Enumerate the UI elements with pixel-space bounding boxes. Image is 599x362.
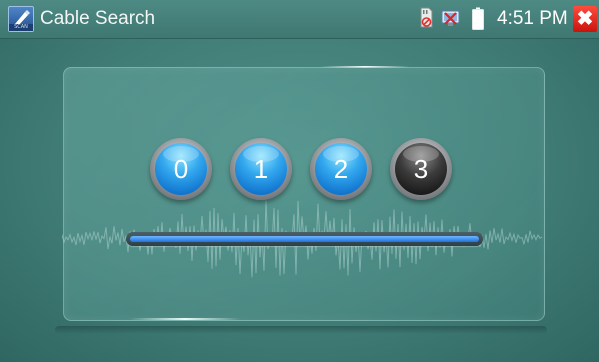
step-indicator-3: 3	[390, 138, 452, 200]
pencil-icon: SCAN	[8, 6, 34, 32]
step-label: 0	[173, 153, 189, 184]
panel-shadow	[55, 326, 547, 334]
step-indicator-0: 0	[150, 138, 212, 200]
app-icon-tag: SCAN	[9, 24, 33, 31]
sd-card-icon	[418, 6, 434, 35]
close-button[interactable]: ✖	[573, 6, 597, 32]
step-label: 3	[413, 153, 429, 184]
title-bar: SCAN Cable Search 4:51 PM ✖	[0, 0, 599, 39]
progress-fill	[130, 236, 479, 242]
step-indicator-2: 2	[310, 138, 372, 200]
network-disconnected-icon	[440, 9, 462, 34]
page-title: Cable Search	[40, 8, 156, 29]
progress-bar	[126, 232, 483, 246]
step-indicator-1: 1	[230, 138, 292, 200]
close-icon[interactable]: ✖	[577, 8, 594, 30]
step-label: 2	[333, 153, 349, 184]
clock: 4:51 PM	[497, 8, 568, 29]
battery-icon	[472, 7, 484, 36]
step-label: 1	[253, 153, 269, 184]
panel-glint-bottom	[130, 318, 240, 320]
